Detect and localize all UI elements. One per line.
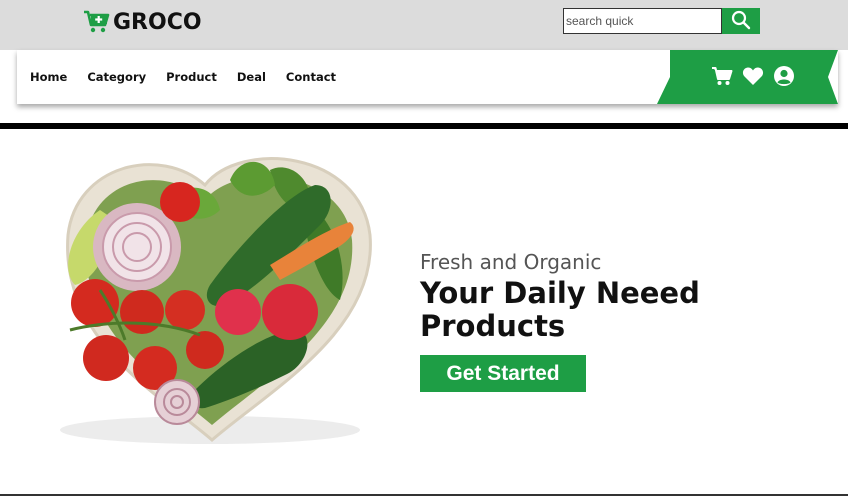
- nav-links: Home Category Product Deal Contact: [30, 50, 356, 104]
- brand-name: GROCO: [113, 9, 202, 35]
- get-started-button[interactable]: Get Started: [420, 355, 586, 392]
- section-divider: [0, 123, 848, 129]
- nav-icon-group: [711, 64, 804, 88]
- hero-subtitle: Fresh and Organic: [420, 250, 602, 274]
- nav-product[interactable]: Product: [166, 70, 217, 84]
- user-icon[interactable]: [773, 64, 795, 88]
- cart-icon[interactable]: [711, 64, 733, 88]
- main-navbar: Home Category Product Deal Contact: [17, 50, 838, 104]
- nav-contact[interactable]: Contact: [286, 70, 336, 84]
- search-icon: [731, 10, 751, 33]
- nav-home[interactable]: Home: [30, 70, 67, 84]
- hero-vegetable-heart-image: [60, 157, 372, 444]
- search-input[interactable]: [563, 8, 722, 34]
- hero-title: Your Daily Neeed Products: [420, 276, 700, 343]
- logo[interactable]: GROCO: [83, 9, 202, 35]
- hero-text-block: Fresh and Organic Your Daily Neeed Produ…: [420, 250, 740, 343]
- nav-deal[interactable]: Deal: [237, 70, 266, 84]
- search-button[interactable]: [722, 8, 760, 34]
- top-bar: GROCO: [0, 0, 848, 50]
- heart-icon[interactable]: [742, 64, 764, 88]
- search-bar: [563, 8, 760, 34]
- nav-category[interactable]: Category: [87, 70, 146, 84]
- cart-plus-icon: [83, 10, 111, 34]
